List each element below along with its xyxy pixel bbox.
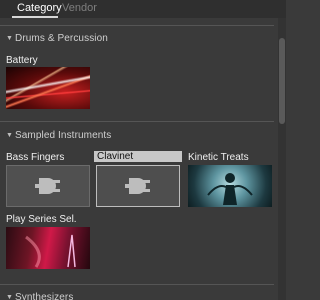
tab-category[interactable]: Category bbox=[17, 2, 62, 14]
collapse-caret-icon[interactable]: ▼ bbox=[6, 132, 15, 139]
plug-icon bbox=[35, 178, 60, 194]
browser-content: ▼ Drums & Percussion Battery ▼ Sampled Ins… bbox=[0, 18, 278, 300]
divider bbox=[0, 121, 274, 122]
scrollbar[interactable] bbox=[278, 18, 286, 300]
clavinet-tile[interactable] bbox=[96, 165, 180, 207]
section-title: Drums & Percussion bbox=[15, 33, 108, 44]
divider bbox=[0, 284, 274, 285]
item-label-bass-fingers[interactable]: Bass Fingers bbox=[6, 152, 64, 163]
item-label-play-series[interactable]: Play Series Sel. bbox=[6, 214, 77, 225]
item-label-clavinet[interactable]: Clavinet bbox=[94, 151, 182, 162]
collapse-caret-icon[interactable]: ▼ bbox=[6, 294, 15, 300]
plug-icon bbox=[125, 178, 150, 194]
divider bbox=[0, 25, 274, 26]
tab-vendor[interactable]: Vendor bbox=[62, 2, 97, 14]
light-streak-icon bbox=[25, 234, 76, 268]
section-title: Sampled Instruments bbox=[15, 130, 112, 141]
bass-fingers-tile[interactable] bbox=[6, 165, 90, 207]
scrollbar-thumb[interactable] bbox=[279, 38, 285, 124]
collapse-caret-icon[interactable]: ▼ bbox=[6, 35, 15, 42]
item-label-battery[interactable]: Battery bbox=[6, 55, 38, 66]
browser-tabs: Category Vendor bbox=[0, 0, 286, 18]
section-header-synthesizers[interactable]: ▼ Synthesizers bbox=[6, 292, 73, 300]
section-title: Synthesizers bbox=[15, 292, 74, 300]
figure-silhouette-icon bbox=[207, 173, 253, 205]
battery-image[interactable] bbox=[6, 67, 90, 109]
section-header-drums-percussion[interactable]: ▼ Drums & Percussion bbox=[6, 33, 108, 44]
section-header-sampled-instruments[interactable]: ▼ Sampled Instruments bbox=[6, 130, 111, 141]
kinetic-treats-image[interactable] bbox=[188, 165, 272, 207]
play-series-image[interactable] bbox=[6, 227, 90, 269]
item-label-kinetic-treats[interactable]: Kinetic Treats bbox=[188, 152, 249, 163]
